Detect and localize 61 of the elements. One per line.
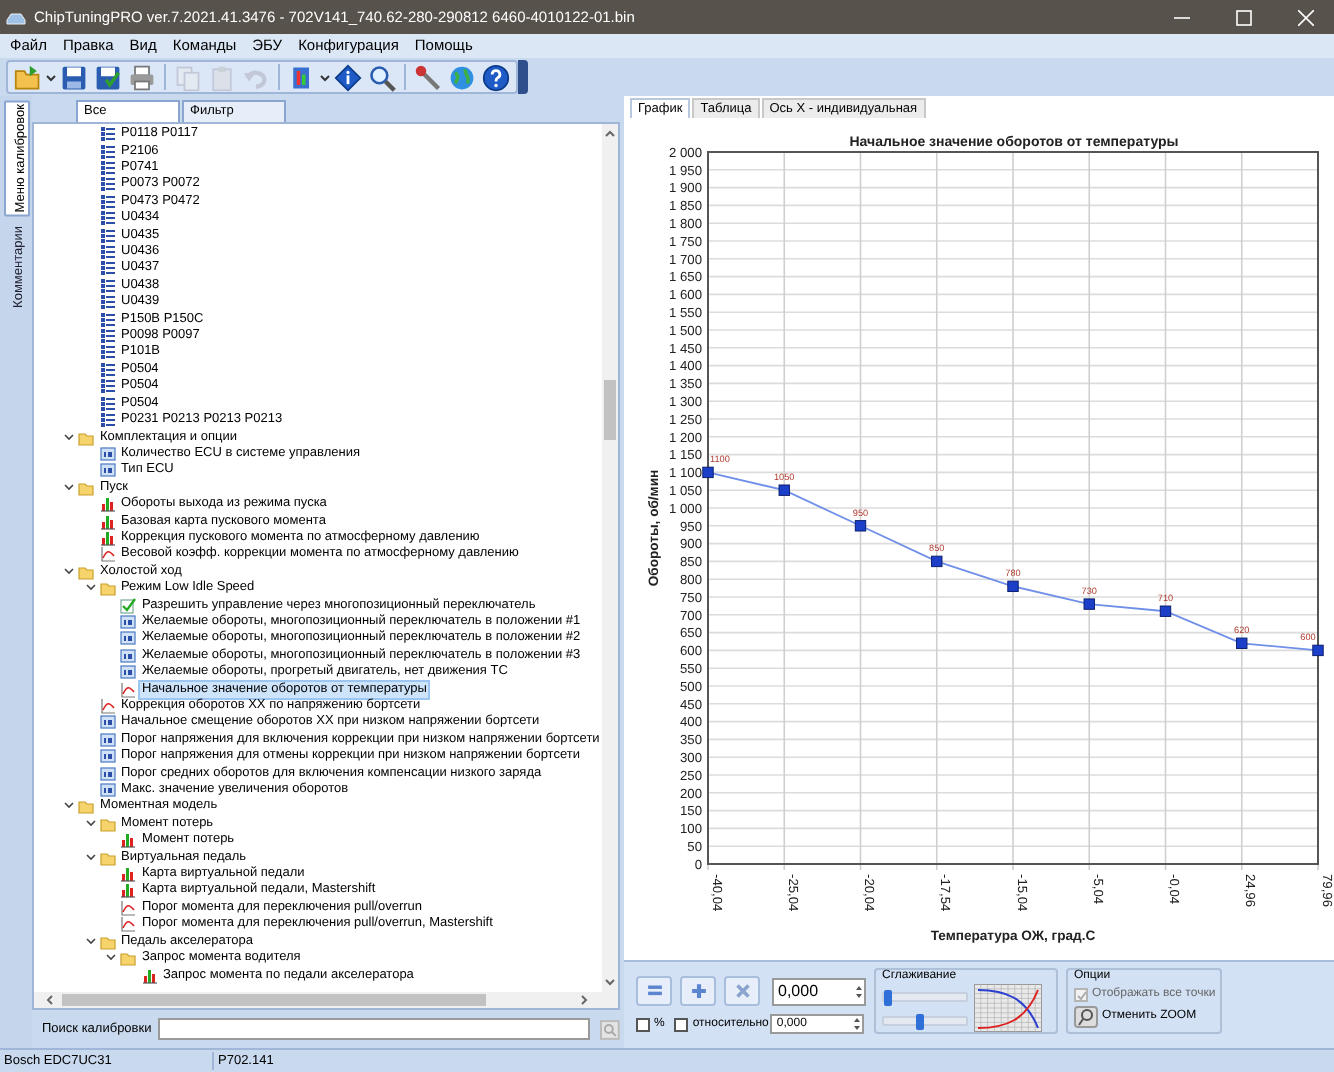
- slider-thumb[interactable]: [884, 989, 893, 1005]
- checkbox[interactable]: [636, 1017, 650, 1031]
- horizontal-scrollbar[interactable]: [34, 992, 618, 1008]
- chevron-icon[interactable]: [60, 481, 78, 494]
- checkbox[interactable]: [674, 1017, 689, 1031]
- line-chart-icon: [99, 698, 115, 715]
- spinner-icon[interactable]: [852, 1014, 863, 1034]
- curve-preview-drawing: [974, 984, 1042, 1032]
- zoom-reset-icon[interactable]: [1074, 1006, 1098, 1028]
- scroll-down-icon[interactable]: [604, 978, 616, 988]
- checkmark-icon: [120, 597, 136, 614]
- search-field[interactable]: [157, 1018, 591, 1040]
- scroll-up-icon[interactable]: [604, 128, 616, 138]
- chevron-icon[interactable]: [60, 431, 78, 444]
- data-point[interactable]: [854, 520, 867, 532]
- scrollbar-thumb[interactable]: [604, 380, 616, 440]
- chevron-icon[interactable]: [81, 935, 99, 948]
- chevron-icon[interactable]: [81, 582, 99, 595]
- close-icon[interactable]: [1298, 9, 1314, 25]
- chevron-icon[interactable]: [81, 851, 99, 864]
- folder-icon: [78, 429, 94, 446]
- slider-track[interactable]: [882, 1015, 968, 1025]
- spinner-icon[interactable]: [854, 981, 864, 1001]
- line-chart-icon: [120, 681, 136, 698]
- folder-icon: [78, 479, 94, 496]
- data-point[interactable]: [931, 555, 943, 568]
- search-icon[interactable]: [368, 63, 396, 91]
- data-point[interactable]: [1083, 598, 1095, 610]
- add-button[interactable]: [680, 976, 716, 1006]
- data-point[interactable]: [1312, 644, 1324, 657]
- data-point[interactable]: [1007, 580, 1019, 592]
- equals-button[interactable]: [636, 976, 672, 1006]
- pin-icon[interactable]: [414, 63, 442, 91]
- scrollbar-thumb[interactable]: [62, 994, 486, 1006]
- scroll-left-icon[interactable]: [44, 994, 54, 1006]
- help-icon[interactable]: [482, 63, 510, 91]
- caret-icon[interactable]: [320, 73, 330, 81]
- chevron-icon[interactable]: [81, 817, 99, 830]
- caret-icon[interactable]: [46, 73, 56, 81]
- vertical-scrollbar[interactable]: [602, 124, 618, 992]
- chevron-icon[interactable]: [102, 952, 120, 965]
- maximize-icon[interactable]: [1236, 9, 1252, 25]
- printer-icon[interactable]: [128, 63, 156, 91]
- floppy-check-icon[interactable]: [94, 63, 122, 91]
- bar-chart-icon: [141, 967, 157, 984]
- close-icon: [731, 980, 753, 1002]
- line-chart-icon: [99, 546, 115, 563]
- plus-icon: [687, 980, 709, 1002]
- app-icon: [6, 9, 26, 25]
- chevron-icon[interactable]: [60, 800, 78, 813]
- data-point[interactable]: [1236, 637, 1248, 649]
- scroll-right-icon[interactable]: [580, 994, 590, 1006]
- slider-thumb[interactable]: [916, 1013, 925, 1029]
- chevron-icon[interactable]: [60, 565, 78, 578]
- data-point[interactable]: [1159, 605, 1172, 617]
- bar-chart-icon: [120, 832, 136, 849]
- info-icon[interactable]: [334, 63, 362, 91]
- number-field[interactable]: 0,000: [772, 977, 866, 1005]
- data-point[interactable]: [778, 484, 790, 496]
- data-point[interactable]: [702, 466, 714, 479]
- slider-track[interactable]: [882, 991, 968, 1001]
